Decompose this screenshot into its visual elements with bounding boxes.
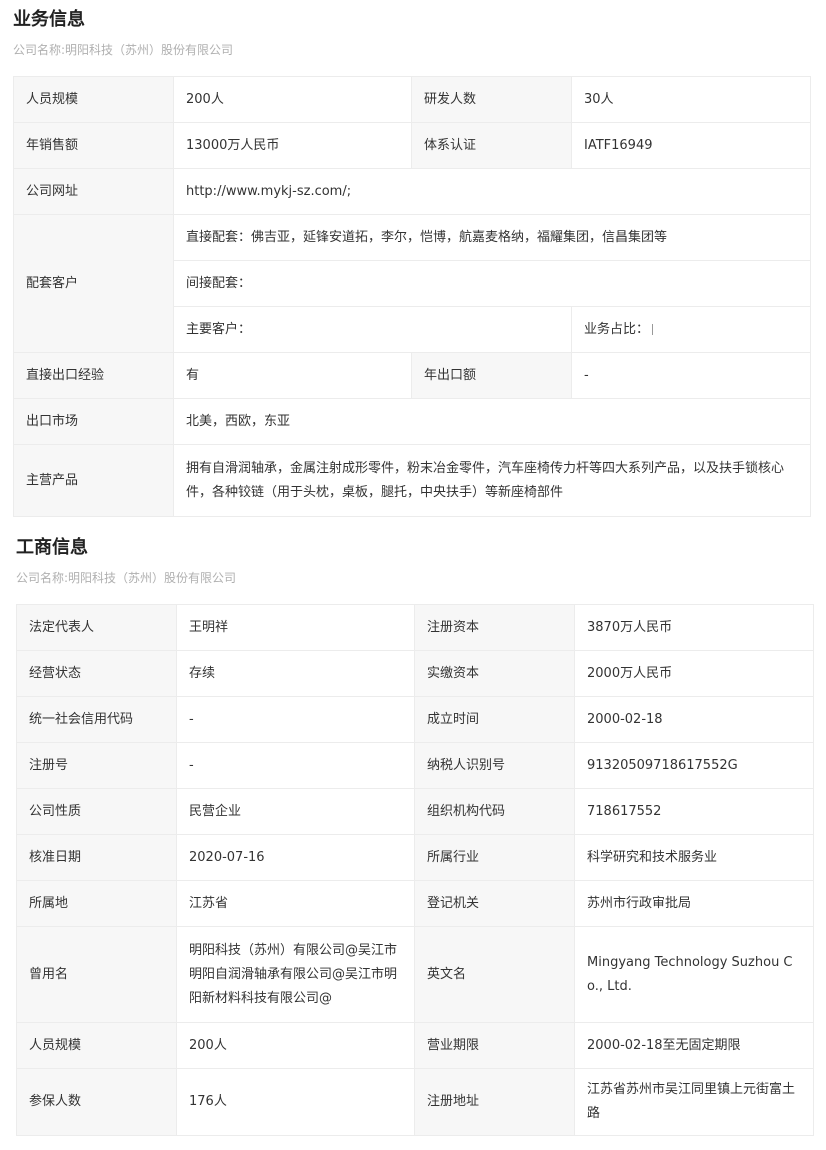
table-row: 注册号 - 纳税人识别号 91320509718617552G	[16, 742, 814, 789]
table-row: 所属地 江苏省 登记机关 苏州市行政审批局	[16, 880, 814, 927]
export-exp-value: 有	[173, 352, 412, 399]
export-amt-label: 年出口额	[411, 352, 572, 399]
export-amt-value: -	[571, 352, 811, 399]
products-value: 拥有自滑润轴承，金属注射成形零件，粉末冶金零件，汽车座椅传力杆等四大系列产品，以…	[173, 444, 811, 517]
row-value: 91320509718617552G	[574, 742, 814, 789]
row-value: 明阳科技（苏州）有限公司@吴江市明阳自润滑轴承有限公司@吴江市明阳新材料科技有限…	[176, 926, 415, 1023]
row-label: 登记机关	[414, 880, 575, 927]
staff-value: 200人	[173, 76, 412, 123]
website-link[interactable]: http://www.mykj-sz.com/;	[173, 168, 811, 215]
row-value: 2000-02-18	[574, 696, 814, 743]
table-row: 人员规模 200人 研发人数 30人	[13, 76, 811, 123]
row-label: 注册资本	[414, 604, 575, 651]
table-row: 主营产品 拥有自滑润轴承，金属注射成形零件，粉末冶金零件，汽车座椅传力杆等四大系…	[13, 444, 811, 517]
row-value: 718617552	[574, 788, 814, 835]
cert-value: IATF16949	[571, 122, 811, 169]
row-label: 纳税人识别号	[414, 742, 575, 789]
rd-label: 研发人数	[411, 76, 572, 123]
export-exp-label: 直接出口经验	[13, 352, 174, 399]
row-label: 组织机构代码	[414, 788, 575, 835]
table-row: 经营状态 存续 实缴资本 2000万人民币	[16, 650, 814, 697]
table-row: 配套客户 直接配套：佛吉亚，延锋安道拓，李尔，恺博，航嘉麦格纳，福耀集团，信昌集…	[13, 214, 811, 353]
table-row: 出口市场 北美，西欧，东亚	[13, 398, 811, 445]
registry-company-name: 公司名称:明阳科技（苏州）股份有限公司	[16, 571, 237, 585]
row-value: 3870万人民币	[574, 604, 814, 651]
business-share: 业务占比：	[571, 306, 811, 353]
row-value: 民营企业	[176, 788, 415, 835]
row-label: 公司性质	[16, 788, 177, 835]
website-label: 公司网址	[13, 168, 174, 215]
business-info-title: 业务信息	[13, 9, 85, 30]
table-row: 法定代表人 王明祥 注册资本 3870万人民币	[16, 604, 814, 651]
business-info-table: 人员规模 200人 研发人数 30人 年销售额 13000万人民币 体系认证 I…	[13, 76, 811, 517]
direct-clients: 直接配套：佛吉亚，延锋安道拓，李尔，恺博，航嘉麦格纳，福耀集团，信昌集团等	[173, 214, 811, 261]
table-row: 人员规模 200人 营业期限 2000-02-18至无固定期限	[16, 1022, 814, 1069]
row-value: -	[176, 742, 415, 789]
row-value: 江苏省苏州市吴江同里镇上元街富土路	[574, 1068, 814, 1136]
text-cursor-icon	[652, 323, 654, 335]
table-row: 核准日期 2020-07-16 所属行业 科学研究和技术服务业	[16, 834, 814, 881]
row-label: 所属行业	[414, 834, 575, 881]
row-label: 英文名	[414, 926, 575, 1023]
row-label: 实缴资本	[414, 650, 575, 697]
table-row: 公司性质 民营企业 组织机构代码 718617552	[16, 788, 814, 835]
sales-value: 13000万人民币	[173, 122, 412, 169]
row-value: 2000万人民币	[574, 650, 814, 697]
row-label: 注册号	[16, 742, 177, 789]
row-label: 所属地	[16, 880, 177, 927]
row-value: 王明祥	[176, 604, 415, 651]
row-label: 经营状态	[16, 650, 177, 697]
products-label: 主营产品	[13, 444, 174, 517]
row-label: 营业期限	[414, 1022, 575, 1069]
row-label: 法定代表人	[16, 604, 177, 651]
row-label: 注册地址	[414, 1068, 575, 1136]
row-value: 科学研究和技术服务业	[574, 834, 814, 881]
staff-label: 人员规模	[13, 76, 174, 123]
main-clients: 主要客户：	[173, 306, 572, 353]
row-value: 江苏省	[176, 880, 415, 927]
row-value: 2000-02-18至无固定期限	[574, 1022, 814, 1069]
row-label: 曾用名	[16, 926, 177, 1023]
table-row: 参保人数 176人 注册地址 江苏省苏州市吴江同里镇上元街富土路	[16, 1068, 814, 1136]
business-info-section: 业务信息 公司名称:明阳科技（苏州）股份有限公司 人员规模 200人 研发人数 …	[13, 0, 811, 517]
table-row: 公司网址 http://www.mykj-sz.com/;	[13, 168, 811, 215]
row-value: Mingyang Technology Suzhou Co., Ltd.	[574, 926, 814, 1023]
business-share-label: 业务占比：	[584, 321, 650, 337]
indirect-clients: 间接配套：	[173, 260, 811, 307]
row-value: 2020-07-16	[176, 834, 415, 881]
sales-label: 年销售额	[13, 122, 174, 169]
registry-info-section: 工商信息 公司名称:明阳科技（苏州）股份有限公司 法定代表人 王明祥 注册资本 …	[16, 528, 814, 1136]
business-company-name: 公司名称:明阳科技（苏州）股份有限公司	[13, 43, 234, 57]
registry-info-table: 法定代表人 王明祥 注册资本 3870万人民币 经营状态 存续 实缴资本 200…	[16, 604, 814, 1136]
table-row: 曾用名 明阳科技（苏州）有限公司@吴江市明阳自润滑轴承有限公司@吴江市明阳新材料…	[16, 926, 814, 1023]
market-value: 北美，西欧，东亚	[173, 398, 811, 445]
clients-label: 配套客户	[13, 214, 174, 353]
table-row: 统一社会信用代码 - 成立时间 2000-02-18	[16, 696, 814, 743]
registry-info-title: 工商信息	[16, 537, 88, 558]
row-value: -	[176, 696, 415, 743]
row-label: 人员规模	[16, 1022, 177, 1069]
row-label: 统一社会信用代码	[16, 696, 177, 743]
row-label: 成立时间	[414, 696, 575, 743]
market-label: 出口市场	[13, 398, 174, 445]
table-row: 年销售额 13000万人民币 体系认证 IATF16949	[13, 122, 811, 169]
row-label: 参保人数	[16, 1068, 177, 1136]
cert-label: 体系认证	[411, 122, 572, 169]
row-value: 176人	[176, 1068, 415, 1136]
table-row: 直接出口经验 有 年出口额 -	[13, 352, 811, 399]
rd-value: 30人	[571, 76, 811, 123]
row-label: 核准日期	[16, 834, 177, 881]
row-value: 存续	[176, 650, 415, 697]
row-value: 苏州市行政审批局	[574, 880, 814, 927]
row-value: 200人	[176, 1022, 415, 1069]
